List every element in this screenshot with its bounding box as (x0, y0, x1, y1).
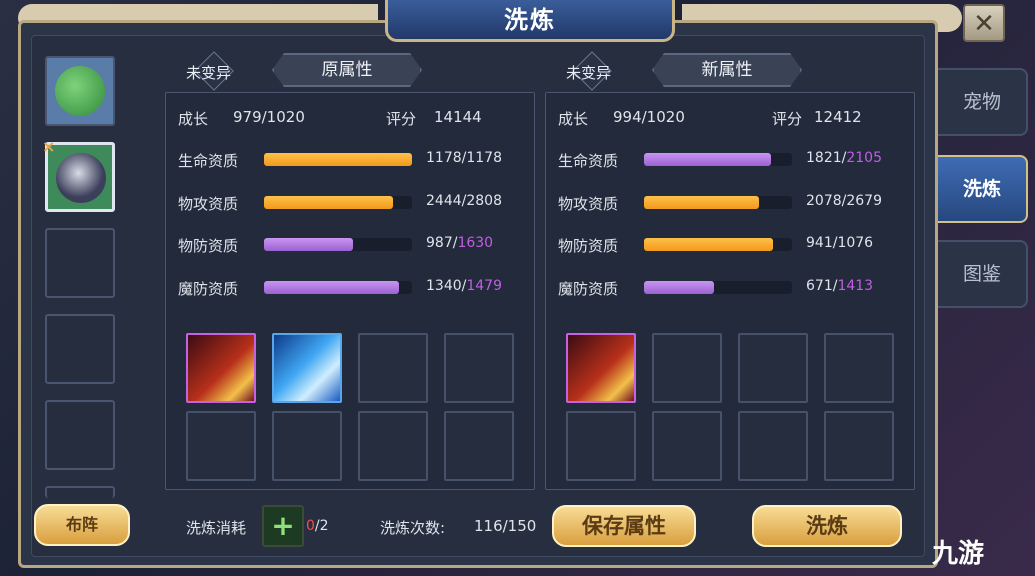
unassigned-marker: × (42, 137, 56, 156)
save-attributes-label: 保存属性 (582, 514, 666, 538)
skill-slot-empty[interactable] (824, 333, 894, 403)
stat-bar (264, 196, 412, 209)
tab-refine[interactable]: 洗炼 (938, 155, 1028, 223)
ice-spikes-skill-icon[interactable] (272, 333, 342, 403)
old-status: 未变异 (186, 64, 232, 82)
formation-label: 布阵 (65, 515, 98, 534)
stat-bar (644, 196, 792, 209)
stat-value: 1821/2105 (806, 150, 882, 166)
skill-slot-empty[interactable] (186, 411, 256, 481)
stat-bar (264, 238, 412, 251)
stat-value: 2078/2679 (806, 193, 882, 209)
growth-label: 成长 (178, 110, 209, 128)
stat-value: 941/1076 (806, 235, 874, 251)
skill-slot-empty[interactable] (738, 333, 808, 403)
page-title: 洗炼 (385, 0, 675, 42)
stat-label: 物防资质 (558, 237, 619, 255)
stat-bar (264, 153, 412, 166)
refine-button[interactable]: 洗炼 (752, 505, 902, 547)
skill-slot-empty[interactable] (358, 411, 428, 481)
score-value: 12412 (814, 108, 862, 126)
stat-value: 987/1630 (426, 235, 494, 251)
refine-label: 洗炼 (806, 514, 848, 538)
skill-slot-empty[interactable] (652, 333, 722, 403)
pet-slot-empty[interactable] (45, 314, 115, 384)
stat-bar (644, 153, 792, 166)
watermark-logo: 九游 (932, 539, 985, 569)
growth-value: 994/1020 (613, 108, 685, 126)
skill-slot-empty[interactable] (358, 333, 428, 403)
claw-skill-icon[interactable] (566, 333, 636, 403)
pet-slot-empty[interactable] (45, 400, 115, 470)
score-value: 14144 (434, 108, 482, 126)
close-icon: ✕ (973, 9, 995, 39)
stat-label: 生命资质 (178, 152, 239, 170)
stat-bar-fill (644, 153, 772, 166)
tab-pet[interactable]: 宠物 (938, 68, 1028, 136)
crocodile-pet-icon (55, 66, 105, 116)
stat-label: 物防资质 (178, 237, 239, 255)
skill-slot-empty[interactable] (444, 411, 514, 481)
stat-bar (644, 238, 792, 251)
stat-bar-fill (264, 196, 393, 209)
stat-bar-fill (264, 281, 399, 294)
skill-slot-empty[interactable] (566, 411, 636, 481)
pet-slot-empty[interactable] (45, 228, 115, 298)
skill-slot-empty[interactable] (444, 333, 514, 403)
cost-amount: 0/2 (306, 518, 329, 534)
tab-handbook[interactable]: 图鉴 (938, 240, 1028, 308)
new-header: 新属性 (652, 53, 802, 87)
pet-slot-selected[interactable]: × (42, 137, 115, 212)
growth-label: 成长 (558, 110, 589, 128)
stat-label: 魔防资质 (178, 280, 239, 298)
tab-label: 宠物 (962, 91, 1001, 113)
stat-bar-fill (644, 238, 773, 251)
stat-bar-fill (264, 153, 412, 166)
score-label: 评分 (386, 110, 417, 128)
stat-label: 魔防资质 (558, 280, 619, 298)
new-status: 未变异 (566, 64, 612, 82)
stat-label: 物攻资质 (558, 195, 619, 213)
tab-label: 洗炼 (962, 178, 1001, 200)
stat-value: 2444/2808 (426, 193, 502, 209)
stat-bar (264, 281, 412, 294)
pet-slot[interactable] (45, 56, 115, 126)
tab-label: 图鉴 (962, 263, 1001, 285)
skill-slot-empty[interactable] (652, 411, 722, 481)
claw-skill-icon[interactable] (186, 333, 256, 403)
stat-bar-fill (644, 196, 760, 209)
count-value: 116/150 (474, 517, 537, 535)
pet-slot-partial[interactable] (45, 486, 115, 498)
count-label: 洗炼次数: (380, 519, 446, 537)
old-header-label: 原属性 (321, 60, 373, 80)
old-attributes-panel: 成长 979/1020 评分 14144 生命资质 1178/1178 物攻资质… (165, 92, 535, 490)
close-button[interactable]: ✕ (963, 4, 1005, 42)
stat-value: 1178/1178 (426, 150, 502, 166)
stat-bar (644, 281, 792, 294)
new-attributes-panel: 成长 994/1020 评分 12412 生命资质 1821/2105 物攻资质… (545, 92, 915, 490)
cost-label: 洗炼消耗 (186, 519, 247, 537)
new-header-label: 新属性 (701, 60, 753, 80)
save-attributes-button[interactable]: 保存属性 (552, 505, 696, 547)
formation-button[interactable]: 布阵 (34, 504, 130, 546)
badger-pet-icon (56, 153, 106, 203)
skill-slot-empty[interactable] (824, 411, 894, 481)
stat-bar-fill (264, 238, 353, 251)
stat-value: 671/1413 (806, 278, 874, 294)
stat-label: 物攻资质 (178, 195, 239, 213)
growth-row: 成长 979/1020 评分 14144 (178, 108, 482, 129)
green-plus-item-icon[interactable]: + (262, 505, 304, 547)
skill-slot-empty[interactable] (738, 411, 808, 481)
skill-slot-empty[interactable] (272, 411, 342, 481)
stat-label: 生命资质 (558, 152, 619, 170)
growth-value: 979/1020 (233, 108, 305, 126)
growth-row: 成长 994/1020 评分 12412 (558, 108, 862, 129)
score-label: 评分 (772, 110, 803, 128)
old-header: 原属性 (272, 53, 422, 87)
stat-bar-fill (644, 281, 714, 294)
stat-value: 1340/1479 (426, 278, 502, 294)
